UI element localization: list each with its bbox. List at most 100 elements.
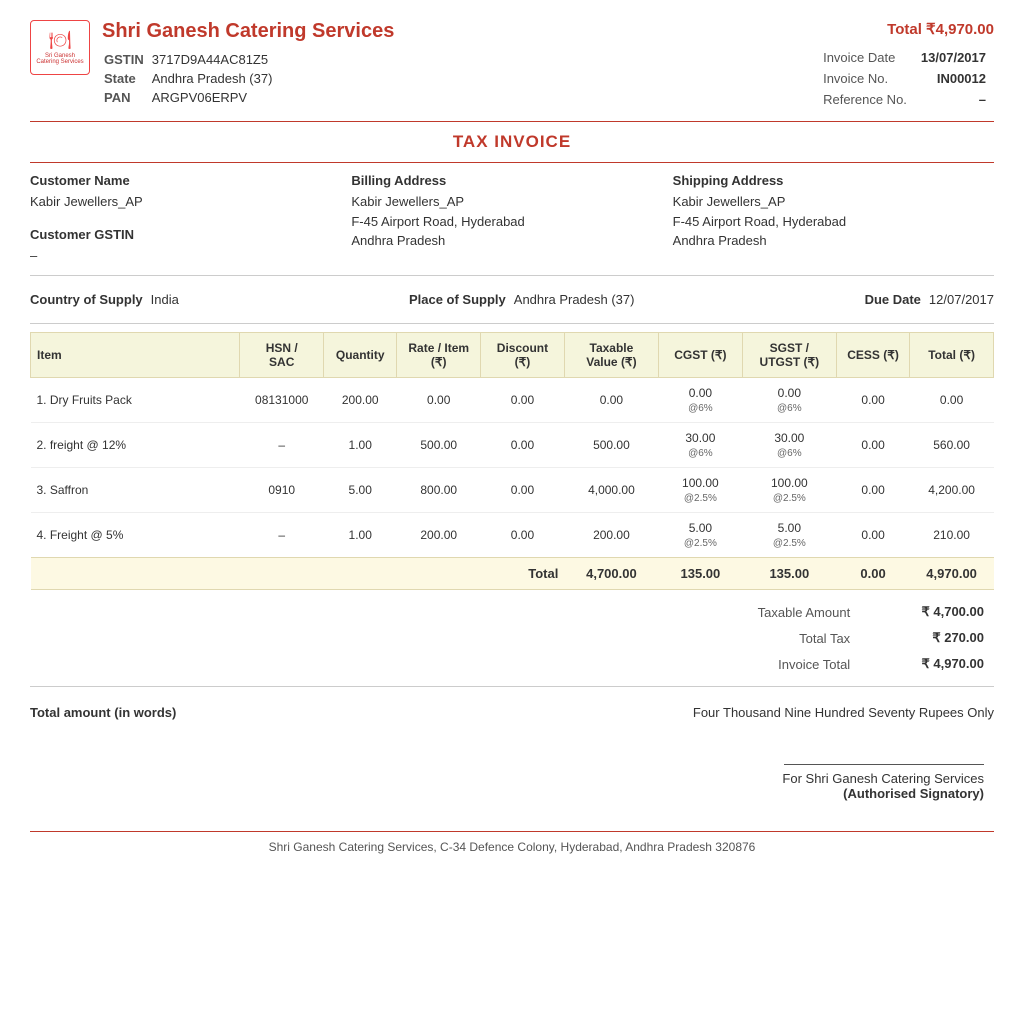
row-cgst: 0.00@6% bbox=[659, 378, 743, 423]
row-cgst: 30.00@6% bbox=[659, 423, 743, 468]
total-tax-value: ₹ 270.00 bbox=[860, 626, 992, 650]
company-info: Shri Ganesh Catering Services GSTIN 3717… bbox=[102, 20, 394, 108]
row-cgst: 5.00@2.5% bbox=[659, 513, 743, 558]
customer-gstin-label: Customer GSTIN bbox=[30, 227, 351, 242]
shipping-line2: Andhra Pradesh bbox=[673, 231, 994, 251]
state-label: State bbox=[104, 70, 150, 87]
place-supply-value: Andhra Pradesh (37) bbox=[514, 292, 635, 307]
row-taxable: 4,000.00 bbox=[564, 468, 658, 513]
total-tax-label: Total Tax bbox=[676, 626, 858, 650]
row-item: 4. Freight @ 5% bbox=[31, 513, 240, 558]
header-divider bbox=[30, 121, 994, 122]
gstin-value: 3717D9A44AC81Z5 bbox=[152, 51, 279, 68]
country-supply-item: Country of Supply India bbox=[30, 292, 179, 307]
footer-taxable: 4,700.00 bbox=[564, 558, 658, 590]
state-value: Andhra Pradesh (37) bbox=[152, 70, 279, 87]
shipping-name: Kabir Jewellers_AP bbox=[673, 192, 994, 212]
billing-line2: Andhra Pradesh bbox=[351, 231, 672, 251]
billing-line1: F-45 Airport Road, Hyderabad bbox=[351, 212, 672, 232]
shipping-label: Shipping Address bbox=[673, 173, 994, 188]
row-rate: 800.00 bbox=[397, 468, 481, 513]
company-details: GSTIN 3717D9A44AC81Z5 State Andhra Prade… bbox=[102, 49, 394, 108]
company-left: 🍽 Sri GaneshCatering Services Shri Ganes… bbox=[30, 20, 394, 108]
supply-divider bbox=[30, 323, 994, 324]
col-hsn: HSN /SAC bbox=[240, 333, 324, 378]
signature-for: For Shri Ganesh Catering Services bbox=[30, 771, 984, 786]
row-qty: 5.00 bbox=[324, 468, 397, 513]
total-label: Total bbox=[31, 558, 565, 590]
row-cess: 0.00 bbox=[836, 378, 909, 423]
invoice-meta: Invoice Date 13/07/2017 Invoice No. IN00… bbox=[815, 46, 994, 111]
logo-text: Sri GaneshCatering Services bbox=[36, 53, 83, 65]
row-discount: 0.00 bbox=[481, 513, 565, 558]
row-taxable: 0.00 bbox=[564, 378, 658, 423]
taxable-amount-value: ₹ 4,700.00 bbox=[860, 600, 992, 624]
row-total: 0.00 bbox=[910, 378, 994, 423]
due-date-item: Due Date 12/07/2017 bbox=[865, 292, 994, 307]
pan-label: PAN bbox=[104, 89, 150, 106]
customer-name-value: Kabir Jewellers_AP bbox=[30, 192, 351, 212]
row-cgst: 100.00@2.5% bbox=[659, 468, 743, 513]
invoice-no-value: IN00012 bbox=[915, 69, 992, 88]
row-rate: 0.00 bbox=[397, 378, 481, 423]
due-date-value: 12/07/2017 bbox=[929, 292, 994, 307]
customer-block: Customer Name Kabir Jewellers_AP Custome… bbox=[30, 173, 351, 265]
table-row: 3. Saffron 0910 5.00 800.00 0.00 4,000.0… bbox=[31, 468, 994, 513]
row-hsn: 08131000 bbox=[240, 378, 324, 423]
row-sgst: 5.00@2.5% bbox=[742, 513, 836, 558]
col-discount: Discount(₹) bbox=[481, 333, 565, 378]
taxable-amount-label: Taxable Amount bbox=[676, 600, 858, 624]
footer-text: Shri Ganesh Catering Services, C-34 Defe… bbox=[30, 840, 994, 854]
row-hsn: – bbox=[240, 513, 324, 558]
row-qty: 1.00 bbox=[324, 513, 397, 558]
table-row: 4. Freight @ 5% – 1.00 200.00 0.00 200.0… bbox=[31, 513, 994, 558]
shipping-block: Shipping Address Kabir Jewellers_AP F-45… bbox=[673, 173, 994, 265]
row-rate: 200.00 bbox=[397, 513, 481, 558]
customer-name-label: Customer Name bbox=[30, 173, 351, 188]
footer-section: Shri Ganesh Catering Services, C-34 Defe… bbox=[30, 831, 994, 854]
company-logo: 🍽 Sri GaneshCatering Services bbox=[30, 20, 90, 75]
row-discount: 0.00 bbox=[481, 378, 565, 423]
table-row: 2. freight @ 12% – 1.00 500.00 0.00 500.… bbox=[31, 423, 994, 468]
signature-section: For Shri Ganesh Catering Services (Autho… bbox=[30, 764, 994, 801]
row-qty: 200.00 bbox=[324, 378, 397, 423]
invoice-total-label: Invoice Total bbox=[676, 652, 858, 676]
invoice-total-value: ₹ 4,970.00 bbox=[860, 652, 992, 676]
row-total: 560.00 bbox=[910, 423, 994, 468]
header-right: Total ₹4,970.00 Invoice Date 13/07/2017 … bbox=[815, 20, 994, 111]
words-value: Four Thousand Nine Hundred Seventy Rupee… bbox=[693, 705, 994, 720]
row-sgst: 0.00@6% bbox=[742, 378, 836, 423]
total-amount-top: Total ₹4,970.00 bbox=[815, 20, 994, 38]
customer-section: Customer Name Kabir Jewellers_AP Custome… bbox=[30, 173, 994, 265]
place-supply-item: Place of Supply Andhra Pradesh (37) bbox=[409, 292, 635, 307]
row-hsn: – bbox=[240, 423, 324, 468]
totals-divider bbox=[30, 686, 994, 687]
row-total: 4,200.00 bbox=[910, 468, 994, 513]
row-total: 210.00 bbox=[910, 513, 994, 558]
table-footer-row: Total 4,700.00 135.00 135.00 0.00 4,970.… bbox=[31, 558, 994, 590]
company-name: Shri Ganesh Catering Services bbox=[102, 20, 394, 43]
row-item: 2. freight @ 12% bbox=[31, 423, 240, 468]
signature-line bbox=[784, 764, 984, 765]
billing-name: Kabir Jewellers_AP bbox=[351, 192, 672, 212]
col-taxable: TaxableValue (₹) bbox=[564, 333, 658, 378]
row-hsn: 0910 bbox=[240, 468, 324, 513]
row-sgst: 100.00@2.5% bbox=[742, 468, 836, 513]
row-cess: 0.00 bbox=[836, 468, 909, 513]
row-rate: 500.00 bbox=[397, 423, 481, 468]
customer-gstin-value: – bbox=[30, 246, 351, 266]
customer-divider bbox=[30, 275, 994, 276]
row-item: 1. Dry Fruits Pack bbox=[31, 378, 240, 423]
place-supply-label: Place of Supply bbox=[409, 292, 506, 307]
totals-table: Taxable Amount ₹ 4,700.00 Total Tax ₹ 27… bbox=[674, 598, 994, 678]
col-rate: Rate / Item(₹) bbox=[397, 333, 481, 378]
words-section: Total amount (in words) Four Thousand Ni… bbox=[30, 701, 994, 724]
words-label: Total amount (in words) bbox=[30, 705, 176, 720]
title-divider bbox=[30, 162, 994, 163]
gstin-label: GSTIN bbox=[104, 51, 150, 68]
footer-cgst: 135.00 bbox=[659, 558, 743, 590]
reference-value: – bbox=[915, 90, 992, 109]
row-cess: 0.00 bbox=[836, 423, 909, 468]
shipping-line1: F-45 Airport Road, Hyderabad bbox=[673, 212, 994, 232]
row-taxable: 500.00 bbox=[564, 423, 658, 468]
